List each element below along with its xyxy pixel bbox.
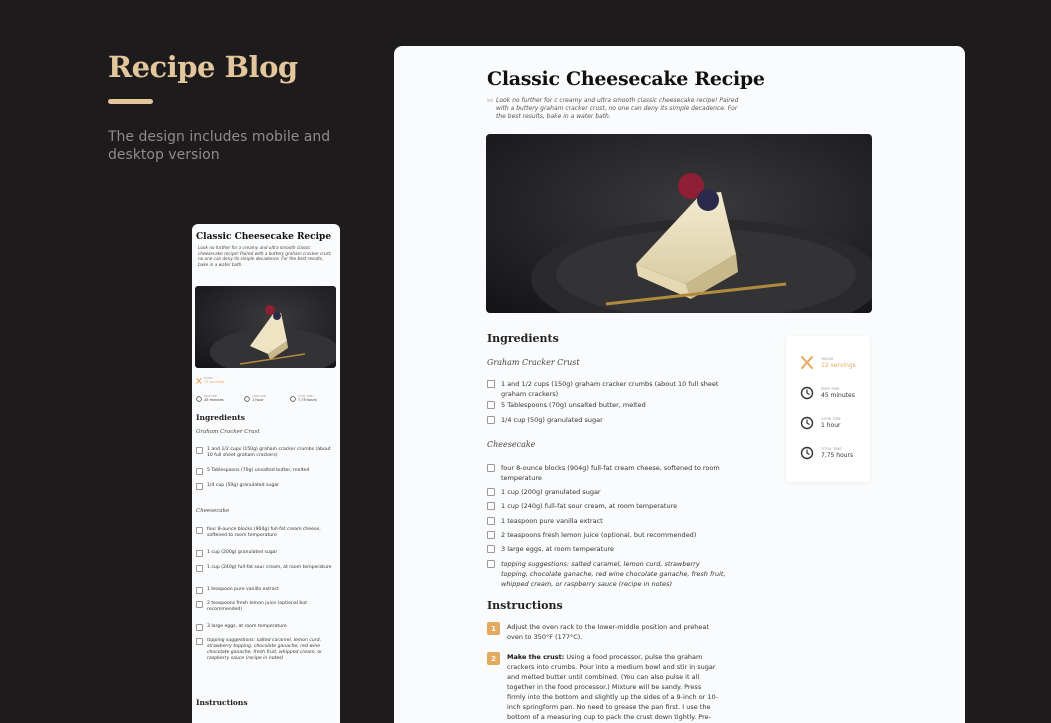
ingredient-item[interactable]: 2 teaspoons fresh lemon juice (optional … [196,601,335,613]
checkbox[interactable] [487,488,495,496]
ingredient-item[interactable]: 1 teaspoon pure vanilla extract [487,516,727,526]
ingredient-item[interactable]: topping suggestions: salted caramel, lem… [196,638,335,662]
ingredient-item[interactable]: 3 large eggs, at room temperature [196,624,335,631]
clock-icon [800,386,814,400]
page-title: Recipe Blog [108,50,298,84]
cheesecake-photo [195,286,336,368]
checkbox[interactable] [487,517,495,525]
ingredient-item[interactable]: 1 and 1/2 cups (150g) graham cracker cru… [196,447,335,459]
checkbox[interactable] [196,565,203,572]
utensils-icon [196,377,202,384]
clock-icon [800,416,814,430]
ingredient-item[interactable]: 2 teaspoons fresh lemon juice (optional,… [487,530,727,540]
ingredient-item[interactable]: 1/4 cup (50g) granulated sugar [487,415,727,425]
yields-info: YIELDS 12 servings [800,356,856,370]
instructions-heading: Instructions [196,698,248,707]
page-description: The design includes mobile and desktop v… [108,129,331,163]
cook-time-info: COOK TIME 1 hour [800,416,841,430]
ingredient-item[interactable]: 1 teaspoon pure vanilla extract [196,587,335,594]
checkbox[interactable] [196,550,203,557]
quote-mark-icon [487,99,493,102]
clock-icon [196,395,202,402]
checkbox[interactable] [487,560,495,568]
instructions-heading: Instructions [487,599,563,612]
cook-time-info: COOK TIME 1 hour [244,395,266,402]
mobile-preview: Classic Cheesecake Recipe Look no furthe… [192,224,340,723]
ingredient-item[interactable]: 1/4 cup (50g) granulated sugar [196,483,335,490]
ingredient-item[interactable]: topping suggestions: salted caramel, lem… [487,559,727,589]
ingredient-item[interactable]: four 8-ounce blocks (904g) full-fat crea… [196,527,335,539]
total-time-info: TOTAL TIME 7,75 hours [800,446,853,460]
utensils-icon [801,356,813,369]
checkbox[interactable] [196,483,203,490]
checkbox[interactable] [487,531,495,539]
instruction-step: 2 Make the crust: Using a food processor… [487,652,719,723]
ingredient-item[interactable]: 3 large eggs, at room temperature [487,544,727,554]
checkbox[interactable] [196,587,203,594]
ingredients-heading: Ingredients [196,413,245,422]
step-number: 1 [487,622,500,635]
ingredients-heading: Ingredients [487,332,559,345]
recipe-intro: Look no further for a creamy and ultra s… [198,245,332,267]
ingredient-item[interactable]: 1 cup (240g) full-fat sour cream, at roo… [196,565,335,572]
recipe-intro: Look no further for c creamy and ultra s… [496,97,739,120]
recipe-title: Classic Cheesecake Recipe [487,68,765,90]
checkbox[interactable] [487,416,495,424]
ingredient-item[interactable]: 1 cup (240g) full-fat sour cream, at roo… [487,501,727,511]
recipe-info-card: YIELDS 12 servings PREP TIME 45 minutes … [786,336,870,482]
ingredient-item[interactable]: 1 and 1/2 cups (150g) graham cracker cru… [487,379,727,399]
clock-icon [800,446,814,460]
desktop-preview: Classic Cheesecake Recipe Look no furthe… [394,46,965,723]
checkbox[interactable] [196,638,203,645]
ingredient-item[interactable]: 5 Tablespoons (70g) unsalted butter, mel… [196,468,335,475]
ingredient-item[interactable]: 5 Tablespoons (70g) unsalted butter, mel… [487,400,727,410]
ingredient-item[interactable]: four 8-ounce blocks (904g) full-fat crea… [487,463,727,483]
cheesecake-heading: Cheesecake [196,508,230,514]
ingredient-item[interactable]: 1 cup (200g) granulated sugar [196,550,335,557]
title-underline [108,99,153,104]
prep-time-info: PREP TIME 45 minutes [196,395,224,402]
ingredient-item[interactable]: 1 cup (200g) granulated sugar [487,487,727,497]
step-number: 2 [487,652,500,665]
checkbox[interactable] [487,380,495,388]
prep-time-info: PREP TIME 45 minutes [800,386,855,400]
recipe-title: Classic Cheesecake Recipe [196,232,332,242]
cheesecake-heading: Cheesecake [487,440,536,449]
clock-icon [290,395,296,402]
clock-icon [244,395,250,402]
checkbox[interactable] [196,447,203,454]
checkbox[interactable] [196,527,203,534]
crust-heading: Graham Cracker Crust [196,429,260,435]
instruction-step: 1 Adjust the oven rack to the lower-midd… [487,622,719,642]
checkbox[interactable] [487,502,495,510]
crust-heading: Graham Cracker Crust [487,358,580,367]
checkbox[interactable] [196,601,203,608]
cheesecake-photo [486,134,872,313]
total-time-info: TOTAL TIME 7,75 hours [290,395,317,402]
checkbox[interactable] [196,624,203,631]
checkbox[interactable] [487,545,495,553]
checkbox[interactable] [487,464,495,472]
checkbox[interactable] [487,401,495,409]
yields-info: YIELDS 12 servings [196,377,224,384]
checkbox[interactable] [196,468,203,475]
